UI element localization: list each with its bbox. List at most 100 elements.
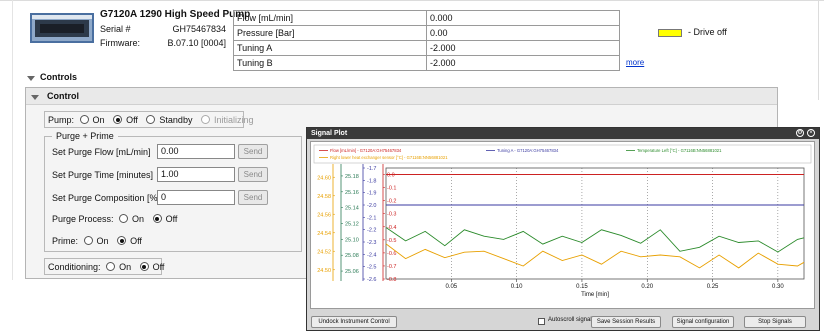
conditioning-on-label: On bbox=[119, 262, 132, 272]
x-axis-label: Time [min] bbox=[581, 292, 609, 298]
teal-axis-tick-label: 25.14 bbox=[345, 206, 359, 212]
x-tick-label: 0.15 bbox=[576, 284, 588, 290]
param-label: Flow [mL/min] bbox=[233, 10, 427, 26]
purge-time-label: Set Purge Time [minutes] bbox=[52, 170, 154, 180]
teal-axis-tick-label: 25.10 bbox=[345, 237, 359, 243]
teal-axis-tick-label: 25.08 bbox=[345, 253, 359, 259]
red-axis-tick-label: -0.6 bbox=[387, 251, 396, 257]
param-value: 0.000 bbox=[426, 10, 620, 26]
autoscroll-checkbox[interactable] bbox=[538, 318, 545, 325]
blue-axis-tick-label: -2.1 bbox=[367, 215, 376, 221]
orange-axis-tick-label: 24.60 bbox=[317, 175, 331, 181]
control-title: Control bbox=[47, 91, 79, 101]
conditioning-on-radio[interactable] bbox=[106, 262, 116, 271]
right-border bbox=[818, 0, 819, 100]
teal-axis-tick-label: 25.12 bbox=[345, 222, 359, 228]
left-border bbox=[12, 0, 13, 280]
pump-standby-radio[interactable] bbox=[146, 115, 156, 124]
prime-row: Prime: On Off bbox=[52, 236, 148, 246]
purge-process-on-radio[interactable] bbox=[119, 214, 129, 223]
blue-axis-tick-label: -1.7 bbox=[367, 166, 376, 172]
legend-entry: Right lower heat exchanger sensor [°C] -… bbox=[330, 155, 448, 160]
param-label: Pressure [Bar] bbox=[233, 25, 427, 41]
prime-label: Prime: bbox=[52, 236, 79, 246]
conditioning-off-label: Off bbox=[152, 262, 165, 272]
orange-axis-tick-label: 24.58 bbox=[317, 194, 331, 200]
serial-label: Serial # bbox=[100, 24, 131, 34]
purge-process-off-radio[interactable] bbox=[152, 214, 162, 223]
teal-axis-tick-label: 25.06 bbox=[345, 269, 359, 275]
table-row: Tuning A -2.000 bbox=[233, 40, 620, 56]
pump-on-radio[interactable] bbox=[79, 115, 89, 124]
blue-axis-tick-label: -2.4 bbox=[367, 252, 376, 258]
purge-process-label: Purge Process: bbox=[52, 214, 114, 224]
param-label: Tuning B bbox=[233, 55, 427, 71]
autoscroll-label: Autoscroll signals bbox=[548, 317, 595, 323]
x-tick-label: 0.10 bbox=[511, 284, 523, 290]
param-label: Tuning A bbox=[233, 40, 427, 56]
send-purge-flow-button[interactable]: Send bbox=[238, 144, 268, 159]
stop-signals-button[interactable]: Stop Signals bbox=[744, 316, 806, 328]
send-purge-composition-button[interactable]: Send bbox=[238, 190, 268, 205]
purge-process-row: Purge Process: On Off bbox=[52, 214, 183, 224]
controls-section-title: Controls bbox=[40, 72, 77, 82]
signal-chart: Flow [mL/min] - G7120A:GH75467834 Tuning … bbox=[313, 144, 812, 298]
signal-configuration-button[interactable]: Signal configuration bbox=[672, 316, 734, 328]
purge-prime-title: Purge + Prime bbox=[52, 131, 118, 141]
blue-axis-tick-label: -2.5 bbox=[367, 265, 376, 271]
prime-off-label: Off bbox=[130, 236, 142, 246]
orange-axis-tick-label: 24.52 bbox=[317, 249, 331, 255]
x-tick-label: 0.20 bbox=[641, 284, 653, 290]
blue-axis-tick-label: -2.2 bbox=[367, 228, 376, 234]
send-purge-time-button[interactable]: Send bbox=[238, 167, 268, 182]
blue-axis-tick-label: -2.3 bbox=[367, 240, 376, 246]
red-axis-tick-label: -0.8 bbox=[387, 277, 396, 283]
x-tick-label: 0.25 bbox=[707, 284, 719, 290]
blue-axis-tick-label: -2.0 bbox=[367, 203, 376, 209]
plot-frame bbox=[385, 167, 805, 280]
prime-off-radio[interactable] bbox=[117, 236, 127, 245]
signal-plot-area: Flow [mL/min] - G7120A:GH75467834 Tuning … bbox=[310, 141, 815, 309]
collapse-controls-icon[interactable] bbox=[27, 76, 35, 81]
save-session-button[interactable]: Save Session Results bbox=[591, 316, 661, 328]
top-border bbox=[0, 0, 824, 1]
prime-on-radio[interactable] bbox=[83, 236, 93, 245]
orange-axis-tick-label: 24.50 bbox=[317, 268, 331, 274]
legend-entry: Flow [mL/min] - G7120A:GH75467834 bbox=[330, 148, 402, 153]
pump-off-radio[interactable] bbox=[113, 115, 123, 124]
param-value: -2.000 bbox=[426, 40, 620, 56]
purge-flow-label: Set Purge Flow [mL/min] bbox=[52, 147, 151, 157]
instrument-title: G7120A 1290 High Speed Pump bbox=[100, 9, 251, 20]
collapse-control-icon[interactable] bbox=[31, 95, 39, 100]
x-tick-label: 0.30 bbox=[772, 284, 784, 290]
orange-axis-tick-label: 24.54 bbox=[317, 231, 331, 237]
pump-standby-label: Standby bbox=[159, 115, 193, 125]
pump-initializing-label: Initializing bbox=[213, 115, 254, 125]
x-tick-label: 0.05 bbox=[445, 284, 457, 290]
undock-button[interactable]: Undock Instrument Control bbox=[311, 316, 397, 328]
conditioning-label: Conditioning: bbox=[48, 262, 101, 272]
purge-time-input[interactable]: 1.00 bbox=[157, 167, 235, 182]
blue-axis-tick-label: -2.6 bbox=[367, 277, 376, 283]
pump-mode-row: Pump: On Off Standby Initializing bbox=[48, 115, 260, 125]
status-legend: - Drive off bbox=[688, 27, 727, 37]
signal-plot-titlebar[interactable]: Signal Plot bbox=[307, 128, 819, 139]
red-axis-tick-label: -0.3 bbox=[387, 212, 396, 218]
param-value: 0.00 bbox=[426, 25, 620, 41]
red-axis-tick-label: -0.4 bbox=[387, 225, 396, 231]
red-axis-tick-label: -0.7 bbox=[387, 264, 396, 270]
pump-on-label: On bbox=[92, 115, 105, 125]
teal-axis-tick-label: 25.18 bbox=[345, 174, 359, 180]
legend-entry: Temperature Left [°C] - G7116B:NN5688102… bbox=[637, 148, 722, 153]
teal-axis-tick-label: 25.16 bbox=[345, 190, 359, 196]
table-row: Tuning B -2.000 bbox=[233, 55, 620, 71]
purge-composition-input[interactable]: 0 bbox=[157, 190, 235, 205]
purge-flow-input[interactable]: 0.00 bbox=[157, 144, 235, 159]
close-icon[interactable]: × bbox=[807, 129, 815, 137]
conditioning-off-radio[interactable] bbox=[139, 262, 149, 271]
pump-initializing-radio bbox=[200, 115, 210, 124]
control-header bbox=[26, 88, 777, 105]
blue-axis-tick-label: -1.8 bbox=[367, 178, 376, 184]
settings-icon[interactable]: ⚙ bbox=[796, 129, 804, 137]
more-link[interactable]: more bbox=[626, 58, 644, 67]
